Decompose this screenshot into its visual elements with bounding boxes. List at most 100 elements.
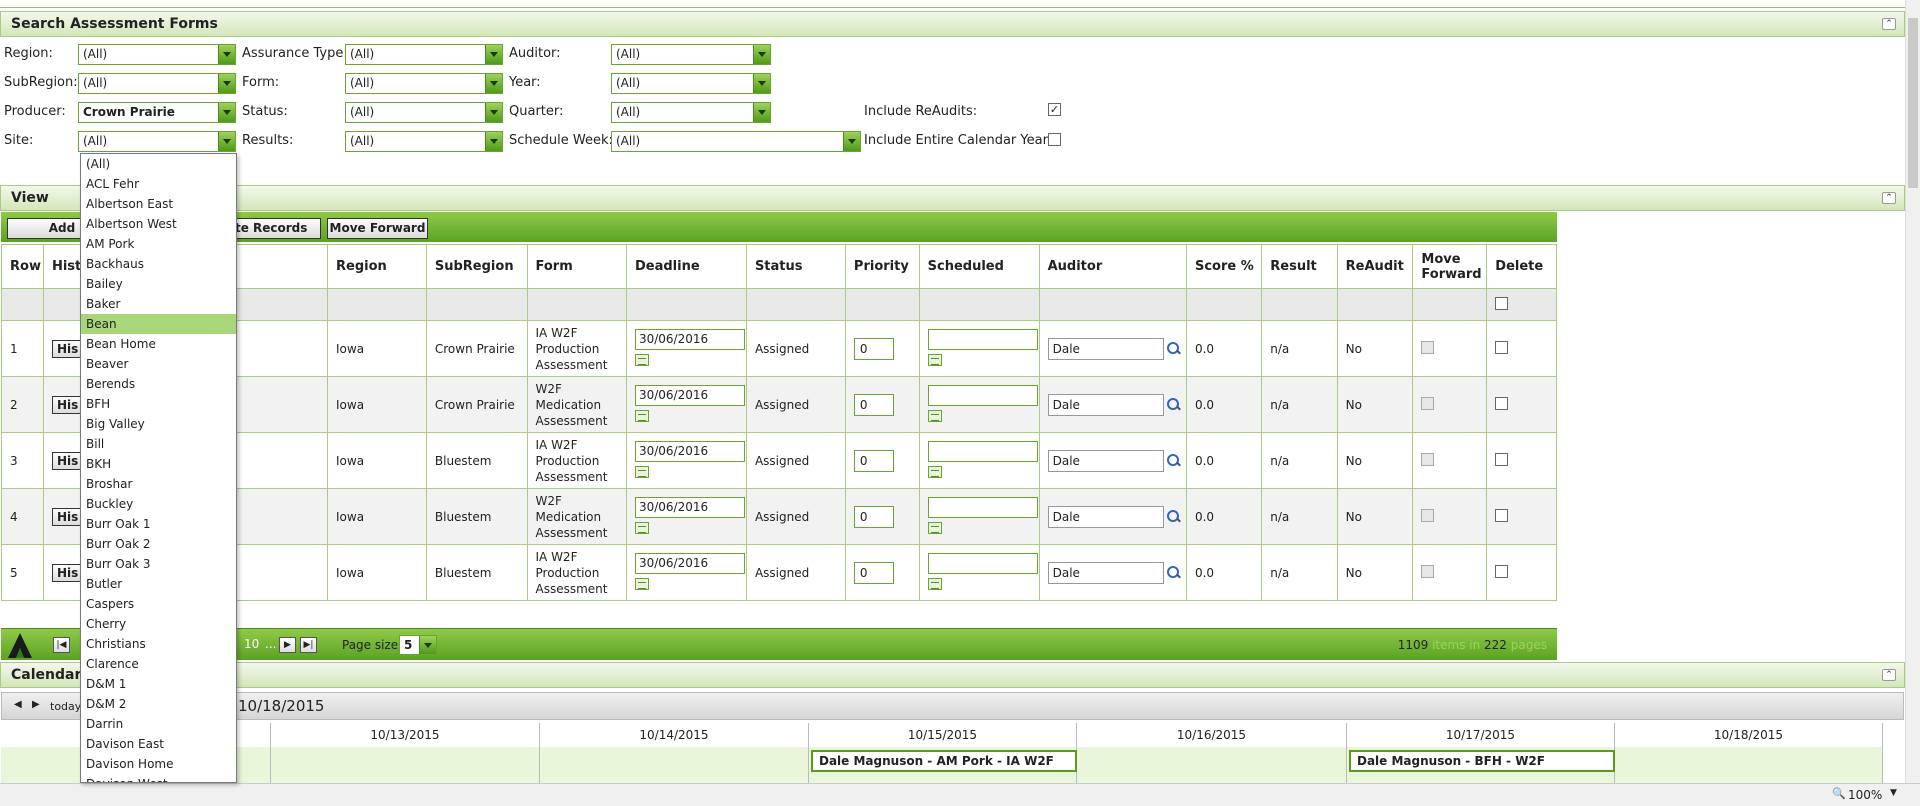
zoom-level[interactable]: 100% (1848, 788, 1882, 802)
site-option[interactable]: Davison West (81, 774, 236, 782)
chevron-down-icon[interactable] (218, 103, 235, 122)
priority-input[interactable]: 0 (853, 337, 894, 360)
priority-input[interactable]: 0 (853, 393, 894, 416)
delete-checkbox[interactable] (1495, 452, 1509, 466)
calendar-day-cell[interactable] (1615, 747, 1883, 783)
calendar-panel-header[interactable]: Calendar ⌃ (0, 662, 1905, 688)
first-page-icon[interactable]: |◀ (53, 637, 70, 653)
column-header[interactable]: Auditor (1038, 244, 1187, 289)
column-header[interactable]: Form (526, 244, 627, 289)
calendar-icon[interactable] (927, 521, 942, 534)
delete-checkbox[interactable] (1495, 564, 1509, 578)
auditor-input[interactable]: Dale (1047, 337, 1164, 360)
page-link-10[interactable]: 10 (244, 637, 259, 651)
deadline-input[interactable]: 30/06/2016 (634, 440, 745, 462)
search-icon[interactable] (1166, 565, 1181, 580)
include-calendar-year-checkbox[interactable] (1048, 133, 1061, 146)
chevron-down-icon[interactable] (218, 45, 235, 64)
site-option[interactable]: Burr Oak 1 (81, 514, 236, 534)
page-size-select[interactable]: 5 (399, 635, 437, 655)
collapse-icon[interactable]: ⌃ (1882, 192, 1896, 204)
site-option[interactable]: Bill (81, 434, 236, 454)
collapse-icon[interactable]: ⌃ (1882, 18, 1896, 30)
site-option[interactable]: Albertson East (81, 194, 236, 214)
site-option[interactable]: BKH (81, 454, 236, 474)
calendar-icon[interactable] (927, 577, 942, 590)
vertical-scrollbar[interactable] (1905, 0, 1920, 783)
column-header[interactable]: SubRegion (425, 244, 528, 289)
site-option[interactable]: Big Valley (81, 414, 236, 434)
site-option[interactable]: Backhaus (81, 254, 236, 274)
column-header[interactable]: Region (327, 244, 427, 289)
scheduled-input[interactable] (927, 552, 1038, 574)
move-forward-button[interactable]: Move Forward (327, 218, 428, 239)
priority-input[interactable]: 0 (853, 449, 894, 472)
site-option[interactable]: Cherry (81, 614, 236, 634)
chevron-down-icon[interactable] (485, 45, 502, 64)
site-option[interactable]: BFH (81, 394, 236, 414)
view-panel-header[interactable]: View ⌃ (0, 185, 1905, 211)
calendar-icon[interactable] (634, 409, 649, 422)
column-header[interactable]: Priority (844, 244, 920, 289)
chevron-down-icon[interactable] (843, 132, 860, 151)
delete-checkbox[interactable] (1495, 396, 1509, 410)
site-option[interactable]: Burr Oak 2 (81, 534, 236, 554)
deadline-input[interactable]: 30/06/2016 (634, 328, 745, 350)
scheduled-input[interactable] (927, 496, 1038, 518)
site-option[interactable]: ACL Fehr (81, 174, 236, 194)
calendar-day-cell[interactable] (540, 747, 809, 783)
site-option[interactable]: Baker (81, 294, 236, 314)
calendar-icon[interactable] (634, 521, 649, 534)
calendar-icon[interactable] (634, 577, 649, 590)
history-button[interactable]: His (51, 451, 84, 470)
calendar-icon[interactable] (634, 465, 649, 478)
calendar-day-cell[interactable] (1077, 747, 1347, 783)
column-header[interactable]: Status (745, 244, 846, 289)
auditor-input[interactable]: Dale (1047, 561, 1164, 584)
calendar-icon[interactable] (634, 353, 649, 366)
history-button[interactable]: His (51, 507, 84, 526)
site-option[interactable]: Buckley (81, 494, 236, 514)
column-header[interactable]: Row (1, 244, 44, 289)
chevron-down-icon[interactable] (753, 74, 770, 93)
site-option[interactable]: Bean Home (81, 334, 236, 354)
column-header[interactable]: Deadline (625, 244, 747, 289)
region-select[interactable]: (All) (78, 44, 236, 65)
delete-checkbox[interactable] (1495, 340, 1509, 354)
delete-checkbox[interactable] (1495, 508, 1509, 522)
search-icon[interactable] (1166, 341, 1181, 356)
calendar-icon[interactable] (927, 353, 942, 366)
site-option[interactable]: Caspers (81, 594, 236, 614)
next-arrow-icon[interactable]: ▶ (32, 699, 40, 710)
site-option[interactable]: AM Pork (81, 234, 236, 254)
scrollbar-thumb[interactable] (1908, 18, 1918, 188)
search-icon[interactable] (1166, 453, 1181, 468)
history-button[interactable]: His (51, 563, 84, 582)
today-button[interactable]: today (50, 700, 81, 713)
search-icon[interactable] (1166, 509, 1181, 524)
site-option[interactable]: (All) (81, 154, 236, 174)
quarter-select[interactable]: (All) (611, 102, 771, 123)
auditor-input[interactable]: Dale (1047, 449, 1164, 472)
collapse-icon[interactable]: ⌃ (1882, 669, 1896, 681)
site-option[interactable]: Beaver (81, 354, 236, 374)
chevron-down-icon[interactable] (753, 103, 770, 122)
chevron-down-icon[interactable] (419, 636, 436, 654)
auditor-input[interactable]: Dale (1047, 393, 1164, 416)
site-option[interactable]: Davison East (81, 734, 236, 754)
site-option[interactable]: Christians (81, 634, 236, 654)
auditor-input[interactable]: Dale (1047, 505, 1164, 528)
column-header[interactable]: Result (1261, 244, 1338, 289)
site-option[interactable]: Bailey (81, 274, 236, 294)
year-select[interactable]: (All) (611, 73, 771, 94)
deadline-input[interactable]: 30/06/2016 (634, 496, 745, 518)
deadline-input[interactable]: 30/06/2016 (634, 384, 745, 406)
site-option[interactable]: Butler (81, 574, 236, 594)
column-header[interactable]: Scheduled (918, 244, 1040, 289)
last-page-icon[interactable]: ▶| (300, 637, 317, 653)
site-option[interactable]: Bean (81, 314, 236, 334)
deadline-input[interactable]: 30/06/2016 (634, 552, 745, 574)
column-header[interactable]: Score % (1185, 244, 1263, 289)
site-option[interactable]: Darrin (81, 714, 236, 734)
chevron-down-icon[interactable] (753, 45, 770, 64)
